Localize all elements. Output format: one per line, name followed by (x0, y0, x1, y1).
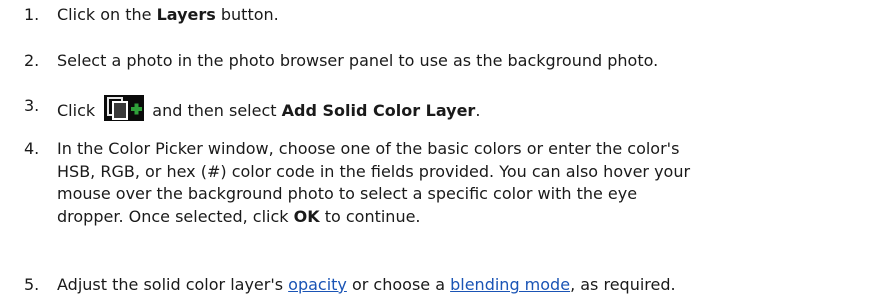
step-text: Adjust the solid color layer's opacity o… (57, 275, 676, 294)
step-text: In the Color Picker window, choose one o… (57, 139, 691, 226)
step-number: 4. (24, 139, 40, 158)
layers-button-label: Layers (156, 5, 216, 24)
step-text: Click and then select Add Solid Color La… (57, 95, 867, 123)
ok-button-label: OK (293, 206, 320, 226)
add-solid-color-layer-label: Add Solid Color Layer (281, 101, 476, 120)
blending-mode-link[interactable]: blending mode (450, 275, 570, 294)
add-layer-icon (104, 95, 145, 121)
step-number: 2. (24, 51, 40, 70)
opacity-link[interactable]: opacity (288, 275, 347, 294)
step-number: 1. (24, 5, 40, 24)
step-number: 5. (24, 275, 40, 294)
step-number: 3. (24, 96, 40, 115)
step-text: Select a photo in the photo browser pane… (57, 51, 659, 70)
step-text: Click on the Layers button. (57, 5, 279, 24)
